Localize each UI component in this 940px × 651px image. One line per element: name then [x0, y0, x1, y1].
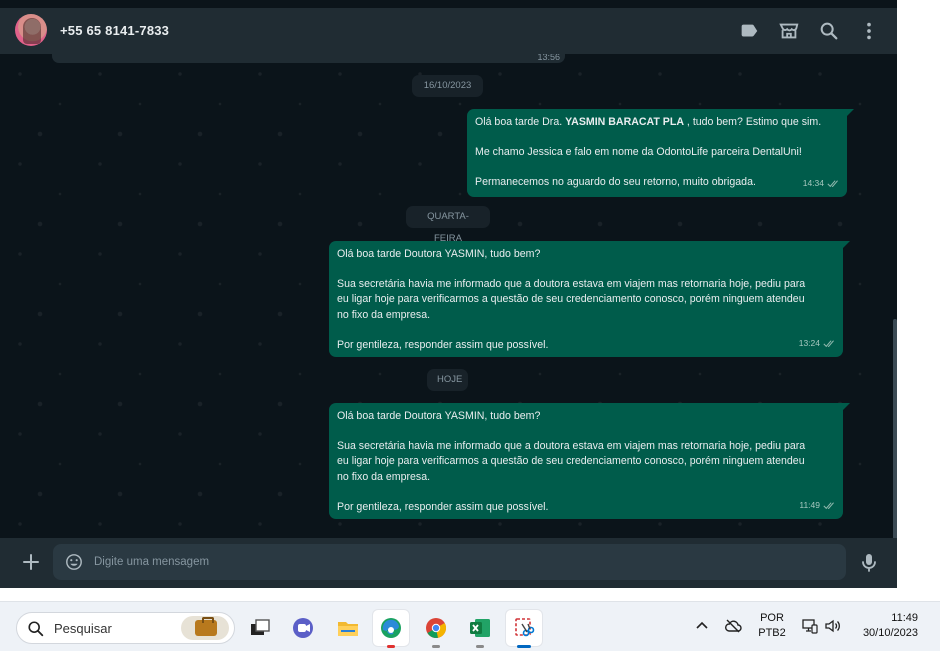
chat-area[interactable]: 13:56 16/10/2023 Olá boa tarde Dra. YASM… [0, 54, 897, 538]
search-icon [27, 620, 45, 638]
emoji-icon[interactable] [65, 553, 83, 571]
chevron-up-icon[interactable] [693, 617, 711, 635]
active-indicator [517, 645, 531, 648]
search-icon[interactable] [818, 20, 840, 42]
outgoing-message[interactable]: Olá boa tarde Doutora YASMIN, tudo bem? … [329, 403, 850, 519]
cloud-offline-icon[interactable] [724, 617, 742, 635]
double-check-icon [823, 501, 836, 510]
taskbar-search-box[interactable]: Pesquisar [16, 612, 235, 644]
message-input[interactable] [94, 544, 834, 580]
message-line [475, 130, 839, 145]
volume-icon[interactable] [824, 617, 842, 635]
chrome-app[interactable] [418, 610, 454, 648]
double-check-icon [823, 339, 836, 348]
language-code: POR [760, 612, 784, 624]
compose-bar [0, 538, 897, 588]
message-line: Olá boa tarde Dra. YASMIN BARACAT PLA , … [475, 116, 822, 128]
message-line: Olá boa tarde Doutora YASMIN, tudo bem? [337, 410, 541, 422]
message-time: 14:34 [802, 177, 824, 188]
keyboard-layout: PTB2 [758, 627, 786, 639]
contact-avatar[interactable] [15, 14, 47, 46]
previous-message-bubble[interactable]: 13:56 [52, 54, 565, 63]
input-language[interactable]: POR PTB2 [752, 611, 792, 641]
screen: +55 65 8141-7833 13:56 16/10/2023 Olá bo… [0, 0, 940, 651]
attach-plus-icon[interactable] [20, 551, 42, 573]
message-line [475, 160, 839, 175]
network-icon[interactable] [801, 617, 819, 635]
clock-date: 30/10/2023 [862, 627, 918, 639]
teams-app[interactable] [285, 610, 321, 646]
message-line [337, 323, 835, 338]
file-explorer-app[interactable] [330, 610, 366, 646]
microphone-icon[interactable] [858, 551, 880, 573]
running-indicator [432, 645, 440, 648]
message-line: Olá boa tarde Doutora YASMIN, tudo bem? [337, 248, 541, 260]
system-clock[interactable]: 11:49 30/10/2023 [850, 611, 930, 641]
running-indicator [476, 645, 484, 648]
message-line: Me chamo Jessica e falo em nome da Odont… [475, 146, 802, 159]
outgoing-message[interactable]: Olá boa tarde Dra. YASMIN BARACAT PLA , … [467, 109, 854, 197]
message-line: Sua secretária havia me informado que a … [337, 278, 806, 291]
label-icon[interactable] [738, 20, 760, 42]
chat-header[interactable]: +55 65 8141-7833 [0, 8, 897, 54]
search-highlight-badge[interactable] [181, 616, 229, 640]
outgoing-message[interactable]: Olá boa tarde Doutora YASMIN, tudo bem? … [329, 241, 850, 357]
excel-app[interactable] [462, 610, 498, 648]
contact-name[interactable]: +55 65 8141-7833 [60, 23, 169, 38]
message-line [337, 424, 835, 439]
message-time: 11:49 [799, 499, 820, 510]
message-line [337, 262, 835, 277]
message-field[interactable] [53, 544, 846, 580]
clock-time: 11:49 [891, 612, 918, 624]
message-time: 13:56 [537, 54, 560, 62]
message-time: 13:24 [798, 337, 820, 348]
running-indicator [387, 645, 395, 648]
windows-taskbar: Pesquisar POR PTB2 11:49 30/10/2023 [0, 601, 940, 651]
task-view-app[interactable] [242, 610, 278, 646]
search-label: Pesquisar [54, 621, 112, 636]
menu-icon[interactable] [858, 20, 880, 42]
briefcase-icon [195, 617, 217, 636]
message-line: no fixo da empresa. [337, 308, 431, 321]
message-line: no fixo da empresa. [337, 470, 431, 483]
message-line [337, 485, 835, 500]
message-meta: 13:24 [799, 336, 836, 351]
edge-app[interactable] [373, 610, 409, 648]
catalog-icon[interactable] [778, 20, 800, 42]
chat-scrollbar[interactable] [893, 319, 897, 538]
date-chip: HOJE [427, 369, 468, 391]
snipping-tool-app[interactable] [506, 610, 542, 648]
date-chip: QUARTA-FEIRA [406, 206, 490, 244]
date-chip: 16/10/2023 [412, 75, 483, 97]
message-line: eu ligar hoje para verificarmos a questã… [337, 455, 805, 468]
message-meta: 11:49 [799, 498, 836, 513]
message-meta: 14:34 [803, 176, 840, 191]
whatsapp-window: +55 65 8141-7833 13:56 16/10/2023 Olá bo… [0, 0, 897, 588]
message-line: Sua secretária havia me informado que a … [337, 440, 806, 453]
message-line: Por gentileza, responder assim que possí… [337, 338, 549, 351]
message-line: Permanecemos no aguardo do seu retorno, … [475, 176, 756, 189]
message-line: eu ligar hoje para verificarmos a questã… [337, 293, 805, 306]
message-line: Por gentileza, responder assim que possí… [337, 500, 549, 513]
double-check-icon [827, 179, 840, 188]
